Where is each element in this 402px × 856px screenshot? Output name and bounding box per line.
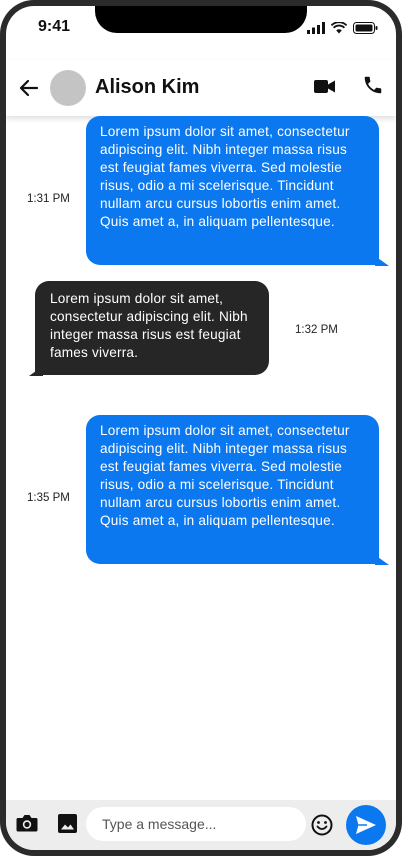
- status-icons: [307, 22, 378, 34]
- send-icon: [356, 816, 376, 834]
- avatar[interactable]: [50, 70, 86, 106]
- message-composer: [6, 800, 396, 850]
- wifi-icon: [331, 22, 347, 34]
- message-time: 1:31 PM: [27, 193, 70, 205]
- incoming-message-bubble[interactable]: Lorem ipsum dolor sit amet, consectetur …: [35, 281, 269, 375]
- contact-name: Alison Kim: [95, 76, 200, 98]
- message-time: 1:35 PM: [27, 492, 70, 504]
- battery-icon: [353, 22, 378, 34]
- smiley-icon[interactable]: [311, 814, 333, 836]
- send-button[interactable]: [346, 805, 386, 845]
- video-camera-icon[interactable]: [314, 79, 335, 94]
- image-icon[interactable]: [58, 814, 77, 833]
- screen: 9:41 Alison Kim 1:31 PM Lorem ipsum dolo…: [6, 6, 396, 850]
- outgoing-message-bubble[interactable]: Lorem ipsum dolor sit amet, consectetur …: [86, 415, 379, 564]
- phone-frame: 9:41 Alison Kim 1:31 PM Lorem ipsum dolo…: [0, 0, 402, 856]
- message-time: 1:32 PM: [295, 324, 338, 336]
- chat-header: Alison Kim: [6, 60, 396, 116]
- signal-icon: [307, 22, 325, 34]
- message-input[interactable]: [86, 807, 306, 841]
- back-arrow-icon[interactable]: [19, 78, 39, 98]
- status-time: 9:41: [38, 18, 71, 35]
- phone-icon[interactable]: [362, 74, 384, 96]
- outgoing-message-bubble[interactable]: Lorem ipsum dolor sit amet, consectetur …: [86, 116, 379, 265]
- notch: [95, 6, 307, 33]
- camera-icon[interactable]: [16, 813, 38, 833]
